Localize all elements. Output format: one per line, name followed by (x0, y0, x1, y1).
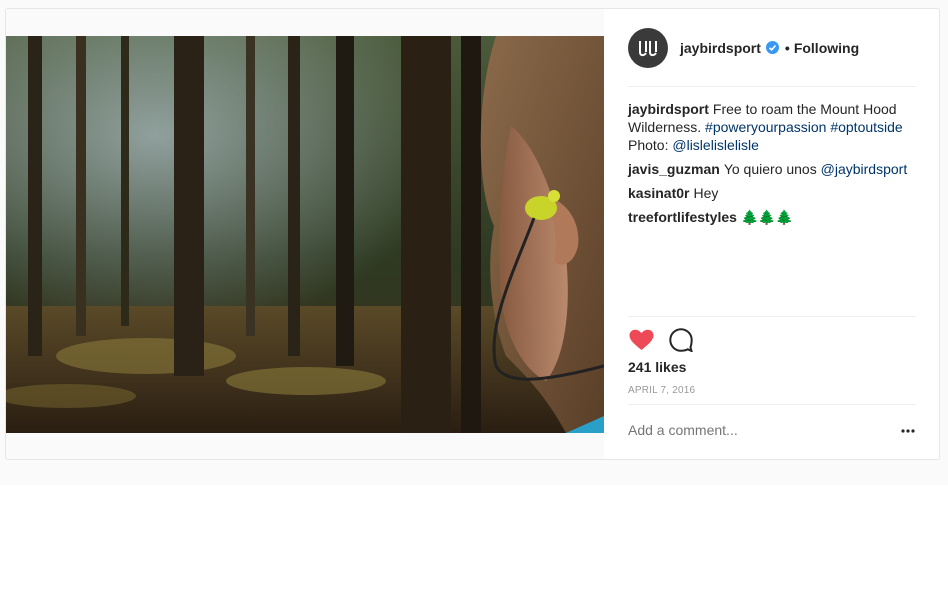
post-sidebar: jaybirdsport • Following jaybirdsport Fre… (604, 9, 939, 459)
comment-username[interactable]: treefortlifestyles (628, 209, 737, 225)
caption: jaybirdsport Free to roam the Mount Hood … (628, 100, 918, 154)
jaybird-logo-icon[interactable] (628, 27, 668, 68)
list-item: treefortlifestyles 🌲🌲🌲 (628, 208, 918, 226)
mention-link[interactable]: @jaybirdsport (821, 161, 908, 177)
post-card: jaybirdsport • Following jaybirdsport Fre… (5, 8, 940, 460)
action-bar (628, 327, 708, 353)
post-media (6, 9, 604, 459)
mention-link[interactable]: @lislelislelisle (672, 137, 759, 153)
list-item: kasinat0r Hey (628, 184, 918, 202)
post-header: jaybirdsport • Following (628, 27, 916, 87)
verified-badge-icon (765, 41, 779, 54)
add-comment-input[interactable] (628, 422, 838, 438)
caption-photo-label: Photo: (628, 137, 673, 153)
heart-icon[interactable] (628, 327, 654, 353)
divider (628, 404, 916, 405)
comment-text: 🌲🌲🌲 (740, 209, 794, 225)
header-username[interactable]: jaybirdsport (680, 40, 761, 56)
comment-list: jaybirdsport Free to roam the Mount Hood … (628, 100, 918, 232)
comment-text: Yo quiero unos (723, 161, 821, 177)
divider (628, 316, 916, 317)
hashtag-link[interactable]: #poweryourpassion (705, 119, 826, 135)
like-count[interactable]: 241 likes (628, 359, 686, 375)
caption-username[interactable]: jaybirdsport (628, 101, 709, 117)
comment-username[interactable]: javis_guzman (628, 161, 720, 177)
more-options-icon[interactable] (898, 421, 918, 441)
comment-username[interactable]: kasinat0r (628, 185, 689, 201)
comment-bubble-icon[interactable] (668, 327, 694, 353)
separator-dot: • (784, 39, 790, 56)
post-photo[interactable] (6, 36, 604, 433)
following-button[interactable]: Following (794, 40, 859, 56)
list-item: javis_guzman Yo quiero unos @jaybirdsport (628, 160, 918, 178)
hashtag-link[interactable]: #optoutside (830, 119, 902, 135)
post-date[interactable]: APRIL 7, 2016 (628, 385, 695, 396)
comment-text: Hey (693, 185, 719, 201)
